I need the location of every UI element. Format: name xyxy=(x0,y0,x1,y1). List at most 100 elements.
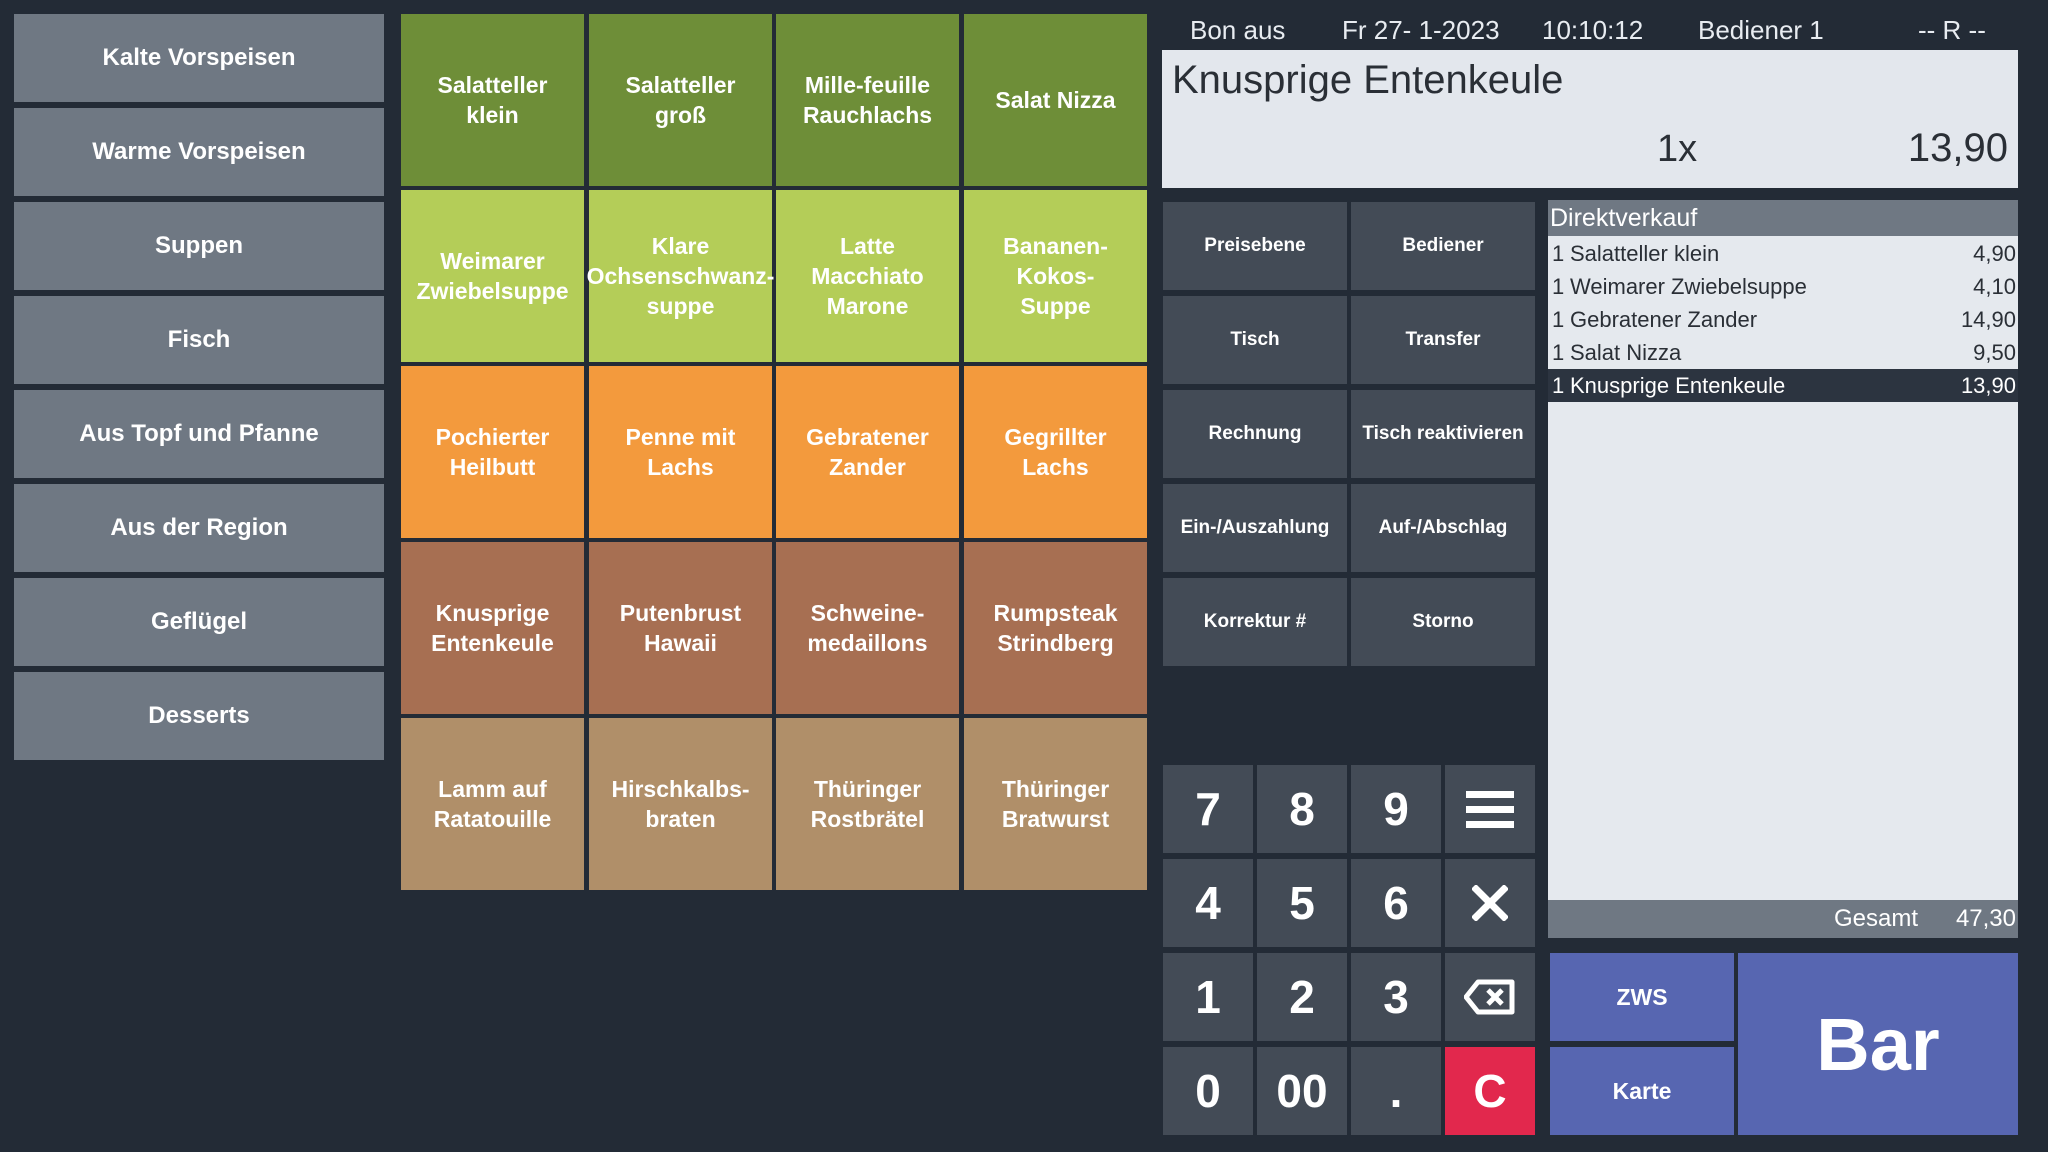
category-label: Aus der Region xyxy=(110,514,288,541)
product-button[interactable]: Lamm auf Ratatouille xyxy=(401,718,584,890)
menu-key[interactable] xyxy=(1445,765,1535,853)
category-label: Kalte Vorspeisen xyxy=(102,44,296,71)
void-button[interactable]: Storno xyxy=(1351,578,1535,666)
receipt-line-name: Gebratener Zander xyxy=(1570,307,1758,332)
total-label: Gesamt xyxy=(1833,905,1918,932)
time-display: 10:10:12 xyxy=(1542,15,1644,45)
key-2[interactable]: 2 xyxy=(1257,953,1347,1041)
key-0[interactable]: 0 xyxy=(1163,1047,1253,1135)
backspace-key[interactable] xyxy=(1445,953,1535,1041)
pos-screen: Kalte Vorspeisen Warme Vorspeisen Suppen… xyxy=(0,0,2048,1152)
key-7[interactable]: 7 xyxy=(1163,765,1253,853)
cash-button[interactable]: Bar xyxy=(1738,953,2018,1135)
operator-button[interactable]: Bediener xyxy=(1351,202,1535,290)
key-00[interactable]: 00 xyxy=(1257,1047,1347,1135)
operator-display: Bediener 1 xyxy=(1698,15,1824,45)
key-5[interactable]: 5 xyxy=(1257,859,1347,947)
product-button[interactable]: Klare Ochsenschwanz- suppe xyxy=(587,190,774,362)
category-button-suppen[interactable]: Suppen xyxy=(14,202,384,290)
product-button[interactable]: Rumpsteak Strindberg xyxy=(964,542,1147,714)
product-button[interactable]: Latte Macchiato Marone xyxy=(776,190,959,362)
receipt-line-price: 4,10 xyxy=(1973,274,2016,299)
date-display: Fr 27- 1-2023 xyxy=(1342,15,1500,45)
receipt-line[interactable]: 1 Salatteller klein 4,90 xyxy=(1548,237,2018,270)
receipt-line-name: Salat Nizza xyxy=(1570,340,1682,365)
product-button[interactable]: Gegrillter Lachs xyxy=(964,366,1147,538)
display-item-name: Knusprige Entenkeule xyxy=(1172,58,1564,102)
receipt-total-bar: Gesamt 47,30 xyxy=(1548,900,2018,938)
receipt-line-qty: 1 xyxy=(1552,373,1565,398)
multiply-key[interactable] xyxy=(1445,859,1535,947)
product-button[interactable]: Thüringer Bratwurst xyxy=(964,718,1147,890)
product-button[interactable]: Salatteller klein xyxy=(401,14,584,186)
mode-display: -- R -- xyxy=(1918,15,1986,45)
product-button[interactable]: Putenbrust Hawaii xyxy=(589,542,772,714)
card-button[interactable]: Karte xyxy=(1550,1047,1734,1135)
table-button[interactable]: Tisch xyxy=(1163,296,1347,384)
receipt-panel: Direktverkauf 1 Salatteller klein 4,90 1… xyxy=(1548,200,2018,938)
receipt-line-qty: 1 xyxy=(1552,307,1565,332)
category-button-aus-der-region[interactable]: Aus der Region xyxy=(14,484,384,572)
category-label: Geflügel xyxy=(150,608,247,635)
key-1[interactable]: 1 xyxy=(1163,953,1253,1041)
key-8[interactable]: 8 xyxy=(1257,765,1347,853)
category-label: Desserts xyxy=(148,702,250,729)
product-button[interactable]: Salat Nizza xyxy=(964,14,1147,186)
product-button[interactable]: Mille-feuille Rauchlachs xyxy=(776,14,959,186)
receipt-line-qty: 1 xyxy=(1552,340,1565,365)
product-button[interactable]: Weimarer Zwiebelsuppe xyxy=(401,190,584,362)
key-6[interactable]: 6 xyxy=(1351,859,1441,947)
product-button[interactable]: Gebratener Zander xyxy=(776,366,959,538)
receipt-line-qty: 1 xyxy=(1552,274,1565,299)
key-decimal[interactable]: . xyxy=(1351,1047,1441,1135)
display-quantity: 1x xyxy=(1657,128,1698,170)
receipt-line-price: 4,90 xyxy=(1973,241,2016,266)
receipt-line-qty: 1 xyxy=(1552,241,1565,266)
menu-icon xyxy=(1466,791,1514,828)
multiply-icon xyxy=(1472,885,1508,921)
item-display: Knusprige Entenkeule 1x 13,90 xyxy=(1162,50,2018,188)
product-button[interactable]: Hirschkalbs- braten xyxy=(589,718,772,890)
receipt-line-name: Weimarer Zwiebelsuppe xyxy=(1570,274,1807,299)
total-value: 47,30 xyxy=(1955,905,2016,932)
category-button-kalte-vorspeisen[interactable]: Kalte Vorspeisen xyxy=(14,14,384,102)
transfer-button[interactable]: Transfer xyxy=(1351,296,1535,384)
surcharge-discount-button[interactable]: Auf-/Abschlag xyxy=(1351,484,1535,572)
clear-key[interactable]: C xyxy=(1445,1047,1535,1135)
bon-status: Bon aus xyxy=(1190,15,1286,45)
receipt-line-selected[interactable]: 1 Knusprige Entenkeule 13,90 xyxy=(1548,369,2018,402)
category-label: Suppen xyxy=(155,232,243,259)
product-button[interactable]: Salatteller groß xyxy=(589,14,772,186)
product-button[interactable]: Knusprige Entenkeule xyxy=(401,542,584,714)
category-button-warme-vorspeisen[interactable]: Warme Vorspeisen xyxy=(14,108,384,196)
receipt-line[interactable]: 1 Salat Nizza 9,50 xyxy=(1548,336,2018,369)
category-label: Aus Topf und Pfanne xyxy=(79,420,319,447)
key-4[interactable]: 4 xyxy=(1163,859,1253,947)
price-level-button[interactable]: Preisebene xyxy=(1163,202,1347,290)
zws-button[interactable]: ZWS xyxy=(1550,953,1734,1041)
category-label: Warme Vorspeisen xyxy=(92,138,306,165)
cash-in-out-button[interactable]: Ein-/Auszahlung xyxy=(1163,484,1347,572)
category-button-fisch[interactable]: Fisch xyxy=(14,296,384,384)
receipt-line-name: Salatteller klein xyxy=(1570,241,1720,266)
receipt-line[interactable]: 1 Weimarer Zwiebelsuppe 4,10 xyxy=(1548,270,2018,303)
product-button[interactable]: Penne mit Lachs xyxy=(589,366,772,538)
category-button-aus-topf-und-pfanne[interactable]: Aus Topf und Pfanne xyxy=(14,390,384,478)
product-button[interactable]: Thüringer Rostbrätel xyxy=(776,718,959,890)
product-button[interactable]: Schweine- medaillons xyxy=(776,542,959,714)
key-3[interactable]: 3 xyxy=(1351,953,1441,1041)
product-button[interactable]: Pochierter Heilbutt xyxy=(401,366,584,538)
product-button[interactable]: Bananen- Kokos- Suppe xyxy=(964,190,1147,362)
reactivate-table-button[interactable]: Tisch reaktivieren xyxy=(1351,390,1535,478)
category-button-desserts[interactable]: Desserts xyxy=(14,672,384,760)
display-price: 13,90 xyxy=(1907,126,2008,170)
category-label: Fisch xyxy=(167,326,231,353)
key-9[interactable]: 9 xyxy=(1351,765,1441,853)
receipt-line-price: 14,90 xyxy=(1960,307,2016,332)
receipt-line[interactable]: 1 Gebratener Zander 14,90 xyxy=(1548,303,2018,336)
receipt-line-price: 13,90 xyxy=(1960,373,2016,398)
category-button-gefluegel[interactable]: Geflügel xyxy=(14,578,384,666)
correction-button[interactable]: Korrektur # xyxy=(1163,578,1347,666)
invoice-button[interactable]: Rechnung xyxy=(1163,390,1347,478)
backspace-icon xyxy=(1464,979,1515,1015)
